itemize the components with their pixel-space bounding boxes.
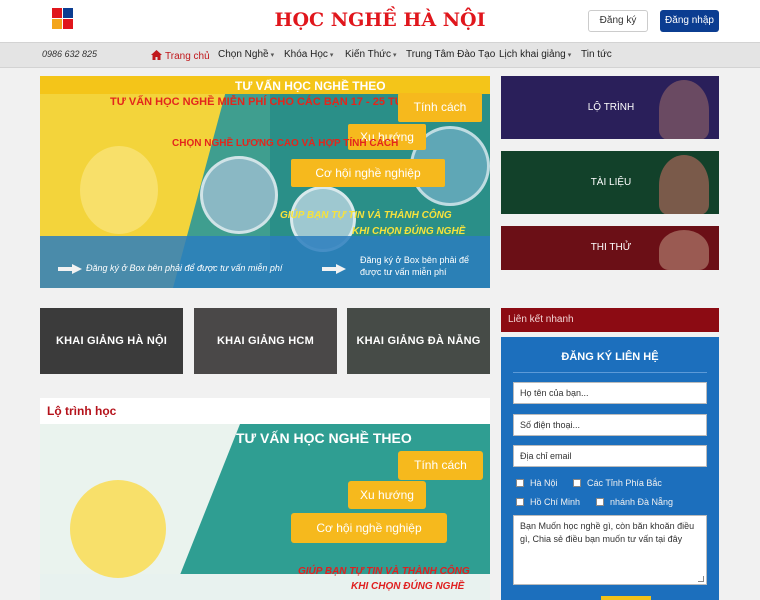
hero-cta-left: Đăng ký ở Box bên phải để được tư vấn mi… xyxy=(86,263,283,273)
logo-square-blue xyxy=(63,8,73,18)
pointing-hand-icon xyxy=(58,264,82,274)
phone-input[interactable]: Số điện thoại... xyxy=(513,414,707,436)
submit-button[interactable] xyxy=(601,596,651,600)
nav-item-lich-khai-giang[interactable]: Lịch khai giảng ▾ xyxy=(499,49,571,60)
quick-links-header[interactable]: Liên kết nhanh xyxy=(501,308,719,332)
nav-label: Khóa Học xyxy=(284,49,328,60)
logo-square-orange xyxy=(52,19,62,29)
lo-trinh-banner[interactable]: TƯ VẤN HỌC NGHỀ THEO Tính cách Xu hướng … xyxy=(40,424,490,600)
hotline-phone[interactable]: 0986 632 825 xyxy=(42,49,97,59)
form-title: ĐĂNG KÝ LIÊN HỆ xyxy=(561,351,659,363)
section-title[interactable]: Lộ trình học xyxy=(47,404,116,418)
chevron-down-icon: ▾ xyxy=(329,52,334,59)
login-button[interactable]: Đăng nhập xyxy=(660,10,719,32)
logo-square-red xyxy=(52,8,62,18)
chevron-down-icon: ▾ xyxy=(270,52,275,59)
option-label: Hà Nội xyxy=(530,478,558,488)
form-divider xyxy=(513,372,707,373)
lightbulb-illustration xyxy=(80,146,158,234)
tile-label: LỘ TRÌNH xyxy=(587,102,635,113)
nav-label: Kiến Thức xyxy=(345,49,391,60)
site-header: HỌC NGHỀ HÀ NỘI Đăng ký Đăng nhập xyxy=(0,0,760,42)
nav-item-kien-thuc[interactable]: Kiến Thức ▾ xyxy=(345,49,397,60)
location-option-hcm[interactable]: Hồ Chí Minh xyxy=(516,497,580,507)
nav-label: Lịch khai giảng xyxy=(499,49,566,60)
main-nav: 0986 632 825 Trang chủ Chọn Nghề ▾ Khóa H… xyxy=(0,42,760,68)
register-button[interactable]: Đăng ký xyxy=(588,10,648,32)
banner-pill-co-hoi: Cơ hội nghề nghiệp xyxy=(291,513,447,543)
nav-label: Trung Tâm Đào Tạo xyxy=(406,49,496,60)
banner-slogan-1: GIÚP BẠN TỰ TIN VÀ THÀNH CÔNG xyxy=(298,566,470,577)
location-option-phia-bac[interactable]: Các Tỉnh Phía Bắc xyxy=(573,478,662,488)
email-input[interactable]: Địa chỉ email xyxy=(513,445,707,467)
hero-cta-right: Đăng ký ở Box bên phải để được tư vấn mi… xyxy=(360,255,469,277)
checkbox[interactable] xyxy=(573,478,581,487)
checkbox[interactable] xyxy=(516,497,524,506)
banner-heading: TƯ VẤN HỌC NGHỀ THEO xyxy=(236,430,412,446)
tile-lo-trinh[interactable]: LỘ TRÌNH xyxy=(501,76,719,139)
tile-thi-thu[interactable]: THI THỬ xyxy=(501,226,719,270)
pointing-hand-icon xyxy=(322,264,346,274)
nav-item-tin-tuc[interactable]: Tin tức xyxy=(581,49,612,60)
message-textarea[interactable]: Bạn Muốn học nghề gì, còn băn khoăn điều… xyxy=(513,515,707,585)
hero-slogan-2: KHI CHỌN ĐÚNG NGHỀ xyxy=(352,226,466,237)
location-option-da-nang[interactable]: nhánh Đà Nẵng xyxy=(596,497,673,507)
tile-photo xyxy=(659,230,709,270)
name-input[interactable]: Họ tên của bạn... xyxy=(513,382,707,404)
lo-trinh-section: Lộ trình học TƯ VẤN HỌC NGHỀ THEO Tính c… xyxy=(40,398,490,600)
chevron-down-icon: ▾ xyxy=(567,52,572,59)
option-label: Các Tỉnh Phía Bắc xyxy=(587,478,662,488)
tile-photo xyxy=(659,155,709,214)
option-label: nhánh Đà Nẵng xyxy=(610,497,674,507)
contact-form: ĐĂNG KÝ LIÊN HỆ Họ tên của bạn... Số điệ… xyxy=(501,337,719,600)
tile-label: THI THỬ xyxy=(590,242,632,253)
hero-subheading: TƯ VẤN HỌC NGHỀ MIỄN PHÍ CHO CÁC BẠN 17 … xyxy=(110,96,415,108)
nav-item-trung-tam[interactable]: Trung Tâm Đào Tạo xyxy=(406,49,495,60)
nav-label: Chọn Nghề xyxy=(218,49,269,60)
hero-slogan-1: GIÚP BẠN TỰ TIN VÀ THÀNH CÔNG xyxy=(280,210,452,221)
site-logo[interactable] xyxy=(52,8,74,32)
location-option-ha-noi[interactable]: Hà Nội xyxy=(516,478,558,488)
banner-slogan-2: KHI CHỌN ĐÚNG NGHỀ xyxy=(351,581,465,592)
site-title[interactable]: HỌC NGHỀ HÀ NỘI xyxy=(230,9,530,31)
banner-pill-xu-huong: Xu hướng xyxy=(348,481,426,509)
nav-label: Tin tức xyxy=(581,49,612,60)
checkbox[interactable] xyxy=(596,497,604,506)
resize-handle-icon[interactable] xyxy=(698,576,704,582)
khai-giang-ha-noi[interactable]: KHAI GIẢNG HÀ NỘI xyxy=(40,308,183,374)
nav-label: Trang chủ xyxy=(165,51,210,62)
khai-giang-hcm[interactable]: KHAI GIẢNG HCM xyxy=(194,308,337,374)
checkbox[interactable] xyxy=(516,478,524,487)
hero-banner[interactable]: TƯ VẤN HỌC NGHỀ THEO TƯ VẤN HỌC NGHỀ MIỄ… xyxy=(40,76,490,288)
nav-item-chon-nghe[interactable]: Chọn Nghề ▾ xyxy=(218,49,274,60)
khai-giang-da-nang[interactable]: KHAI GIẢNG ĐÀ NẴNG xyxy=(347,308,490,374)
hero-pill-tinh-cach: Tính cách xyxy=(398,93,482,122)
banner-pill-tinh-cach: Tính cách xyxy=(398,451,483,480)
tile-photo xyxy=(659,80,709,139)
student-photo-circle xyxy=(200,156,278,234)
nav-item-khoa-hoc[interactable]: Khóa Học ▾ xyxy=(284,49,333,60)
lightbulb-illustration xyxy=(70,480,166,578)
option-label: Hồ Chí Minh xyxy=(530,497,581,507)
message-text: Bạn Muốn học nghề gì, còn băn khoăn điều… xyxy=(520,521,695,544)
hero-pill-co-hoi: Cơ hội nghề nghiệp xyxy=(291,159,445,187)
hero-line-chon-nghe: CHỌN NGHỀ LƯƠNG CAO VÀ HỢP TÍNH CÁCH xyxy=(172,138,399,149)
tile-tai-lieu[interactable]: TÀI LIỆU xyxy=(501,151,719,214)
home-icon xyxy=(151,50,162,60)
nav-item-home[interactable]: Trang chủ xyxy=(151,49,210,62)
hero-heading: TƯ VẤN HỌC NGHỀ THEO xyxy=(235,79,386,93)
chevron-down-icon: ▾ xyxy=(392,52,397,59)
logo-square-red-2 xyxy=(63,19,73,29)
tile-label: TÀI LIỆU xyxy=(590,177,632,188)
